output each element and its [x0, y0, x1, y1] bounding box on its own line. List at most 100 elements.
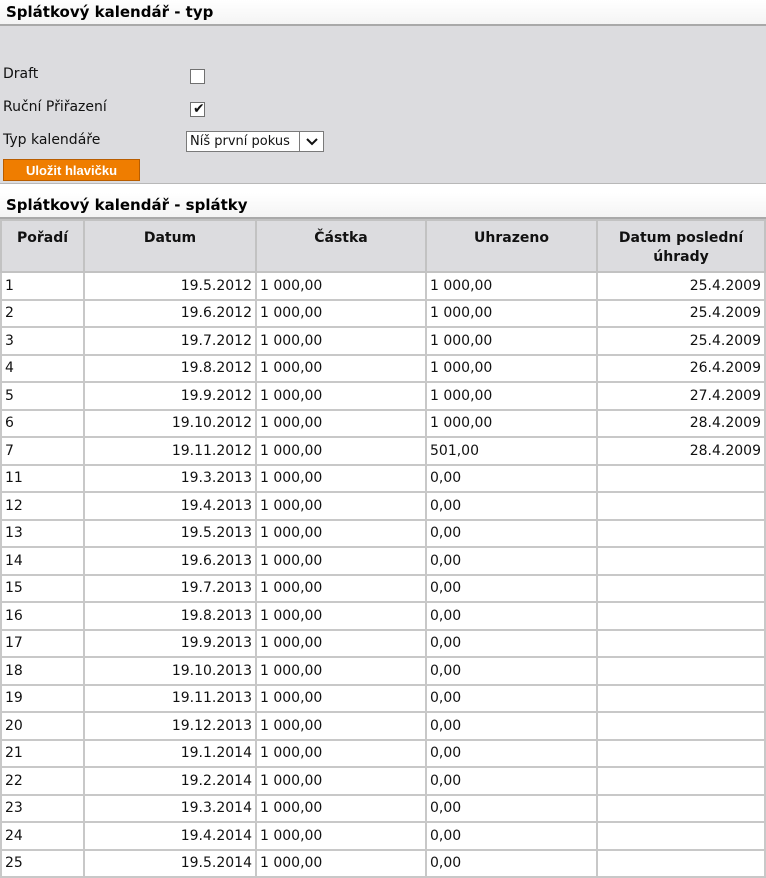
cell-last-payment-date	[596, 793, 766, 823]
table-row: 17 19.9.2013 1 000,00 0,00	[0, 628, 766, 658]
table-row: 3 19.7.2012 1 000,00 1 000,00 25.4.2009	[0, 326, 766, 356]
cell-last-payment-date	[596, 656, 766, 686]
cell-date: 19.4.2014	[83, 821, 257, 851]
cell-order: 1	[0, 271, 85, 301]
cell-paid: 0,00	[425, 656, 598, 686]
table-row: 2 19.6.2012 1 000,00 1 000,00 25.4.2009	[0, 298, 766, 328]
cell-date: 19.7.2012	[83, 326, 257, 356]
cell-paid: 0,00	[425, 793, 598, 823]
table-row: 25 19.5.2014 1 000,00 0,00	[0, 848, 766, 878]
cell-date: 19.10.2013	[83, 656, 257, 686]
manual-assignment-checkbox[interactable]: ✔	[190, 102, 205, 117]
cell-date: 19.8.2013	[83, 601, 257, 631]
cell-amount: 1 000,00	[255, 601, 427, 631]
cell-amount: 1 000,00	[255, 463, 427, 493]
table-row: 6 19.10.2012 1 000,00 1 000,00 28.4.2009	[0, 408, 766, 438]
cell-last-payment-date	[596, 573, 766, 603]
cell-order: 22	[0, 766, 85, 796]
column-header-date[interactable]: Datum	[83, 219, 257, 273]
cell-date: 19.7.2013	[83, 573, 257, 603]
cell-amount: 1 000,00	[255, 381, 427, 411]
chevron-down-icon[interactable]	[299, 132, 323, 151]
cell-paid: 1 000,00	[425, 326, 598, 356]
cell-last-payment-date	[596, 601, 766, 631]
table-row: 24 19.4.2014 1 000,00 0,00	[0, 821, 766, 851]
table-row: 11 19.3.2013 1 000,00 0,00	[0, 463, 766, 493]
page-title: Splátkový kalendář - typ	[0, 0, 766, 26]
cell-order: 18	[0, 656, 85, 686]
table-row: 22 19.2.2014 1 000,00 0,00	[0, 766, 766, 796]
cell-paid: 1 000,00	[425, 353, 598, 383]
calendar-type-select[interactable]: Níš první pokus	[186, 131, 324, 152]
table-row: 15 19.7.2013 1 000,00 0,00	[0, 573, 766, 603]
cell-order: 24	[0, 821, 85, 851]
cell-date: 19.11.2012	[83, 436, 257, 466]
cell-amount: 1 000,00	[255, 683, 427, 713]
cell-amount: 1 000,00	[255, 546, 427, 576]
cell-paid: 1 000,00	[425, 381, 598, 411]
cell-amount: 1 000,00	[255, 298, 427, 328]
cell-amount: 1 000,00	[255, 628, 427, 658]
table-row: 19 19.11.2013 1 000,00 0,00	[0, 683, 766, 713]
cell-amount: 1 000,00	[255, 738, 427, 768]
draft-label: Draft	[3, 66, 39, 82]
column-header-last-payment-date[interactable]: Datum poslední úhrady	[596, 219, 766, 273]
cell-order: 21	[0, 738, 85, 768]
manual-assignment-label: Ruční Přiřazení	[3, 99, 107, 115]
cell-date: 19.3.2014	[83, 793, 257, 823]
cell-paid: 1 000,00	[425, 408, 598, 438]
cell-order: 16	[0, 601, 85, 631]
column-header-amount[interactable]: Částka	[255, 219, 427, 273]
cell-paid: 0,00	[425, 821, 598, 851]
cell-amount: 1 000,00	[255, 711, 427, 741]
cell-order: 25	[0, 848, 85, 878]
cell-paid: 0,00	[425, 711, 598, 741]
cell-date: 19.10.2012	[83, 408, 257, 438]
save-header-button[interactable]: Uložit hlavičku	[3, 159, 140, 181]
table-row: 13 19.5.2013 1 000,00 0,00	[0, 518, 766, 548]
column-header-order[interactable]: Pořadí	[0, 219, 85, 273]
cell-last-payment-date: 25.4.2009	[596, 271, 766, 301]
cell-last-payment-date	[596, 711, 766, 741]
cell-date: 19.5.2012	[83, 271, 257, 301]
calendar-type-value: Níš první pokus	[190, 134, 290, 149]
cell-last-payment-date	[596, 821, 766, 851]
cell-paid: 0,00	[425, 546, 598, 576]
table-row: 14 19.6.2013 1 000,00 0,00	[0, 546, 766, 576]
cell-date: 19.11.2013	[83, 683, 257, 713]
cell-date: 19.1.2014	[83, 738, 257, 768]
cell-order: 6	[0, 408, 85, 438]
cell-order: 7	[0, 436, 85, 466]
table-row: 5 19.9.2012 1 000,00 1 000,00 27.4.2009	[0, 381, 766, 411]
cell-order: 19	[0, 683, 85, 713]
column-header-paid[interactable]: Uhrazeno	[425, 219, 598, 273]
cell-amount: 1 000,00	[255, 353, 427, 383]
cell-amount: 1 000,00	[255, 271, 427, 301]
calendar-type-form: Draft Ruční Přiřazení ✔ Typ kalendáře Ní…	[0, 26, 766, 184]
cell-date: 19.5.2013	[83, 518, 257, 548]
cell-last-payment-date	[596, 491, 766, 521]
cell-date: 19.2.2014	[83, 766, 257, 796]
cell-order: 23	[0, 793, 85, 823]
cell-order: 12	[0, 491, 85, 521]
installments-title: Splátkový kalendář - splátky	[0, 193, 766, 219]
table-row: 20 19.12.2013 1 000,00 0,00	[0, 711, 766, 741]
cell-amount: 1 000,00	[255, 518, 427, 548]
cell-order: 3	[0, 326, 85, 356]
cell-paid: 0,00	[425, 628, 598, 658]
calendar-type-label: Typ kalendáře	[3, 132, 101, 148]
cell-last-payment-date: 28.4.2009	[596, 408, 766, 438]
cell-order: 15	[0, 573, 85, 603]
cell-amount: 1 000,00	[255, 821, 427, 851]
table-row: 7 19.11.2012 1 000,00 501,00 28.4.2009	[0, 436, 766, 466]
cell-last-payment-date	[596, 518, 766, 548]
cell-date: 19.5.2014	[83, 848, 257, 878]
cell-paid: 1 000,00	[425, 271, 598, 301]
cell-date: 19.9.2012	[83, 381, 257, 411]
cell-last-payment-date	[596, 766, 766, 796]
cell-amount: 1 000,00	[255, 408, 427, 438]
draft-checkbox[interactable]	[190, 69, 205, 84]
cell-last-payment-date	[596, 848, 766, 878]
cell-paid: 0,00	[425, 518, 598, 548]
cell-paid: 0,00	[425, 738, 598, 768]
